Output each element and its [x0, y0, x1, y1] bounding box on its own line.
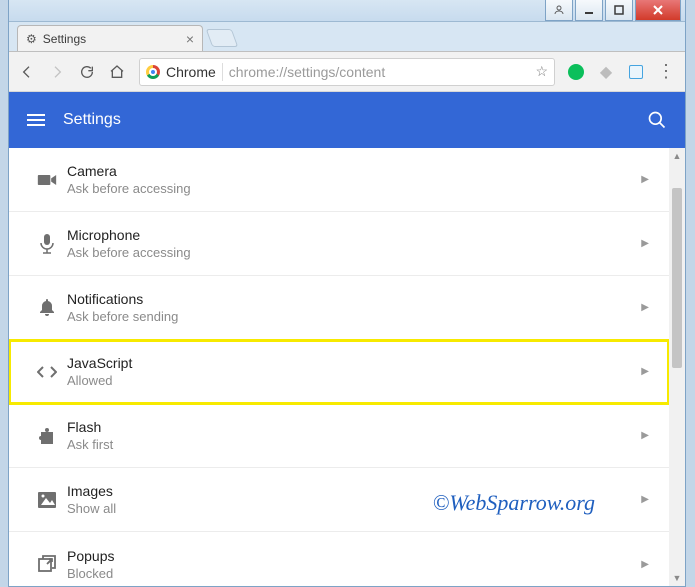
- tab-title: Settings: [43, 32, 180, 46]
- row-label: Notifications: [67, 291, 641, 307]
- row-notifications[interactable]: Notifications Ask before sending ▶: [9, 276, 669, 340]
- home-button[interactable]: [109, 64, 127, 80]
- puzzle-icon: [27, 427, 67, 445]
- row-label: Images: [67, 483, 641, 499]
- row-sub: Ask before accessing: [67, 181, 641, 196]
- row-sub: Ask before sending: [67, 309, 641, 324]
- tab-strip: ⚙ Settings ×: [9, 22, 685, 52]
- window-titlebar: [9, 0, 685, 22]
- divider: [222, 63, 223, 81]
- extension-icon[interactable]: ◆: [597, 63, 615, 81]
- row-label: Camera: [67, 163, 641, 179]
- bell-icon: [27, 299, 67, 317]
- extension-grammarly-icon[interactable]: [567, 63, 585, 81]
- menu-icon[interactable]: [27, 114, 45, 126]
- image-icon: [27, 492, 67, 508]
- row-label: Flash: [67, 419, 641, 435]
- page-title: Settings: [63, 111, 629, 129]
- tab-settings[interactable]: ⚙ Settings ×: [17, 25, 203, 51]
- new-tab-button[interactable]: [206, 29, 239, 47]
- url-text: chrome://settings/content: [229, 64, 530, 80]
- row-flash[interactable]: Flash Ask first ▶: [9, 404, 669, 468]
- settings-header: Settings: [9, 92, 685, 148]
- scrollbar-thumb[interactable]: [672, 188, 682, 368]
- row-images[interactable]: Images Show all ▶: [9, 468, 669, 532]
- chevron-right-icon: ▶: [641, 559, 649, 570]
- row-javascript[interactable]: JavaScript Allowed ▶: [9, 340, 669, 404]
- chevron-right-icon: ▶: [641, 238, 649, 249]
- address-bar[interactable]: Chrome chrome://settings/content ☆: [139, 58, 555, 86]
- back-button[interactable]: [19, 64, 37, 80]
- close-button[interactable]: [635, 0, 681, 21]
- maximize-button[interactable]: [605, 0, 633, 21]
- row-camera[interactable]: Camera Ask before accessing ▶: [9, 148, 669, 212]
- row-popups[interactable]: Popups Blocked ▶: [9, 532, 669, 586]
- row-sub: Ask first: [67, 437, 641, 452]
- row-label: JavaScript: [67, 355, 641, 371]
- scroll-up-icon[interactable]: ▲: [669, 148, 685, 164]
- code-icon: [27, 366, 67, 378]
- microphone-icon: [27, 234, 67, 254]
- scroll-down-icon[interactable]: ▼: [669, 570, 685, 586]
- bookmark-star-icon[interactable]: ☆: [535, 63, 548, 80]
- minimize-button[interactable]: [575, 0, 603, 21]
- camera-icon: [27, 173, 67, 187]
- chevron-right-icon: ▶: [641, 430, 649, 441]
- browser-menu-button[interactable]: ⋮: [657, 61, 675, 82]
- chrome-icon: [146, 65, 160, 79]
- browser-window: ⚙ Settings × Chrome chrome://settings/co…: [8, 0, 686, 587]
- user-button[interactable]: [545, 0, 573, 21]
- row-sub: Ask before accessing: [67, 245, 641, 260]
- row-sub: Show all: [67, 501, 641, 516]
- reload-button[interactable]: [79, 64, 97, 80]
- row-microphone[interactable]: Microphone Ask before accessing ▶: [9, 212, 669, 276]
- vertical-scrollbar[interactable]: ▲ ▼: [669, 148, 685, 586]
- row-label: Microphone: [67, 227, 641, 243]
- origin-label: Chrome: [166, 64, 216, 80]
- popup-icon: [27, 555, 67, 573]
- tab-close-icon[interactable]: ×: [186, 31, 194, 47]
- search-icon[interactable]: [647, 110, 667, 130]
- content-settings-list: Camera Ask before accessing ▶ Microphone…: [9, 148, 669, 586]
- browser-toolbar: Chrome chrome://settings/content ☆ ◆ ⋮: [9, 52, 685, 92]
- content-area: Camera Ask before accessing ▶ Microphone…: [9, 148, 685, 586]
- extension-device-icon[interactable]: [627, 63, 645, 81]
- chevron-right-icon: ▶: [641, 302, 649, 313]
- chevron-right-icon: ▶: [641, 174, 649, 185]
- row-label: Popups: [67, 548, 641, 564]
- forward-button: [49, 64, 67, 80]
- row-sub: Allowed: [67, 373, 641, 388]
- chevron-right-icon: ▶: [641, 366, 649, 377]
- chevron-right-icon: ▶: [641, 494, 649, 505]
- gear-icon: ⚙: [26, 32, 37, 46]
- row-sub: Blocked: [67, 566, 641, 581]
